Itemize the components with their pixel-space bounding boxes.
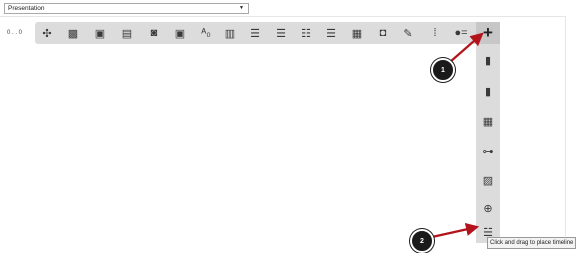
picture-icon[interactable]: ◘ (375, 25, 391, 41)
slide-audio-icon[interactable]: ▣ (172, 25, 188, 41)
plus-icon: + (483, 23, 493, 42)
canvas-border-right (565, 16, 566, 236)
slide-image-icon[interactable]: ▣ (92, 25, 108, 41)
letter-spacing-icon[interactable]: ᴬ₀ (198, 25, 214, 41)
bulleted-list-icon[interactable]: ☰ (273, 25, 289, 41)
checklist-icon[interactable]: ☷ (298, 25, 314, 41)
card-edit-icon[interactable]: ▮ (480, 83, 496, 99)
grid-icon[interactable]: ▦ (480, 113, 496, 129)
columns-list-icon[interactable]: ▥ (222, 25, 238, 41)
mode-select[interactable]: Presentation ▼ (4, 3, 249, 14)
add-element-button[interactable]: + (476, 22, 500, 44)
chevron-down-icon: ▼ (239, 5, 244, 11)
element-side-toolbar: + ▮ ▮ ▦ ⊶ ▨ ⊕ ☱ (476, 22, 500, 243)
zoom-level: 0 . . 0 (7, 30, 23, 36)
puzzle-icon[interactable]: ✣ (39, 25, 55, 41)
edit-external-icon[interactable]: ✎ (400, 25, 416, 41)
ordered-list-icon[interactable]: ☰ (323, 25, 339, 41)
image-icon[interactable]: ▨ (480, 172, 496, 188)
hierarchy-icon[interactable]: ⊶ (480, 143, 496, 159)
mode-select-value: Presentation (8, 5, 45, 12)
element-toolbar: ✣ ▩ ▣ ▤ ◙ ▣ ᴬ₀ ▥ ☰ ☰ ☷ ☰ ▦ ◘ ✎ ⁞ ●= (35, 22, 478, 44)
slide-text-icon[interactable]: ▤ (119, 25, 135, 41)
image-collage-icon[interactable]: ▩ (65, 25, 81, 41)
dotted-list-icon[interactable]: ⁞ (427, 25, 443, 41)
timeline-tooltip: Click and drag to place timeline (487, 237, 577, 249)
layout-icon[interactable]: ▦ (349, 25, 365, 41)
link-icon[interactable]: ⊕ (480, 200, 496, 216)
card-icon[interactable]: ▮ (480, 52, 496, 68)
canvas-border-top (0, 16, 565, 17)
toggle-list-icon[interactable]: ●= (453, 25, 469, 41)
numbered-list-icon[interactable]: ☰ (247, 25, 263, 41)
callout-2: 2 (410, 229, 434, 253)
callout-1: 1 (431, 58, 455, 82)
slide-video-icon[interactable]: ◙ (146, 25, 162, 41)
